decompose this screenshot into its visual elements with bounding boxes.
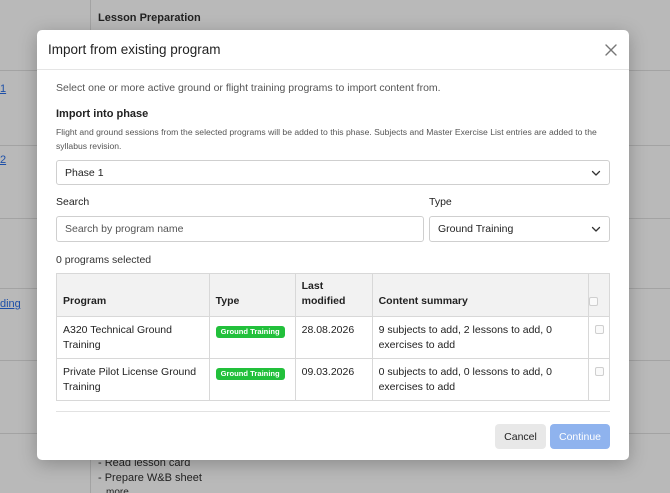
programs-table: Program Type Last modified Content summa… bbox=[56, 273, 610, 401]
content-summary: 0 subjects to add, 0 lessons to add, 0 e… bbox=[371, 358, 590, 401]
column-header-last-modified[interactable]: Last modified bbox=[294, 273, 373, 317]
bg-link[interactable]: 2 bbox=[0, 154, 6, 166]
select-all-checkbox[interactable] bbox=[589, 296, 599, 306]
table-header-row: Program Type Last modified Content summa… bbox=[56, 273, 610, 317]
column-header-type[interactable]: Type bbox=[208, 273, 296, 317]
bg-more-link[interactable]: more bbox=[106, 487, 129, 493]
dialog-header: Import from existing program bbox=[37, 30, 629, 70]
table-row[interactable]: A320 Technical Ground Training Ground Tr… bbox=[56, 316, 610, 359]
last-modified: 28.08.2026 bbox=[294, 316, 373, 359]
dialog-title: Import from existing program bbox=[48, 42, 221, 57]
phase-help-text: Flight and ground sessions from the sele… bbox=[56, 127, 597, 151]
row-checkbox[interactable] bbox=[594, 325, 604, 334]
import-program-dialog: Import from existing program Select one … bbox=[37, 30, 629, 460]
type-cell: Ground Training bbox=[208, 316, 296, 359]
search-label: Search bbox=[56, 196, 90, 208]
type-select[interactable]: Ground Training bbox=[429, 216, 610, 242]
bg-link[interactable]: 1 bbox=[0, 83, 6, 95]
column-header-content-summary[interactable]: Content summary bbox=[371, 273, 590, 317]
row-select-cell bbox=[588, 316, 610, 359]
continue-button[interactable]: Continue bbox=[550, 424, 610, 449]
bg-lesson-title: Lesson Preparation bbox=[98, 12, 201, 24]
phase-select[interactable]: Phase 1 bbox=[56, 160, 610, 185]
chevron-down-icon bbox=[591, 226, 601, 232]
last-modified: 09.03.2026 bbox=[294, 358, 373, 401]
phase-select-value: Phase 1 bbox=[65, 166, 104, 179]
selected-count: 0 programs selected bbox=[56, 254, 152, 266]
type-cell: Ground Training bbox=[208, 358, 296, 401]
column-header-program[interactable]: Program bbox=[56, 273, 210, 317]
chevron-down-icon bbox=[591, 170, 601, 176]
table-row[interactable]: Private Pilot License Ground Training Gr… bbox=[56, 358, 610, 401]
phase-label: Import into phase bbox=[56, 108, 149, 120]
type-label: Type bbox=[429, 196, 452, 208]
close-button[interactable] bbox=[601, 40, 621, 60]
program-name: A320 Technical Ground Training bbox=[56, 316, 210, 359]
row-select-cell bbox=[588, 358, 610, 401]
type-select-value: Ground Training bbox=[438, 223, 514, 235]
program-name: Private Pilot License Ground Training bbox=[56, 358, 210, 401]
dialog-intro-text: Select one or more active ground or flig… bbox=[56, 82, 441, 94]
select-all-cell bbox=[588, 273, 610, 317]
column-header-last-modified-label: Last modified bbox=[301, 280, 346, 307]
type-badge: Ground Training bbox=[215, 368, 285, 380]
search-input[interactable] bbox=[56, 216, 424, 242]
bg-list-item: - Prepare W&B sheet bbox=[98, 472, 202, 484]
cancel-button[interactable]: Cancel bbox=[495, 424, 546, 449]
close-icon bbox=[605, 44, 617, 56]
content-summary: 9 subjects to add, 2 lessons to add, 0 e… bbox=[371, 316, 590, 359]
footer-divider bbox=[56, 411, 610, 412]
type-badge: Ground Training bbox=[215, 326, 285, 338]
bg-link[interactable]: ding bbox=[0, 298, 21, 310]
row-checkbox[interactable] bbox=[594, 367, 604, 376]
